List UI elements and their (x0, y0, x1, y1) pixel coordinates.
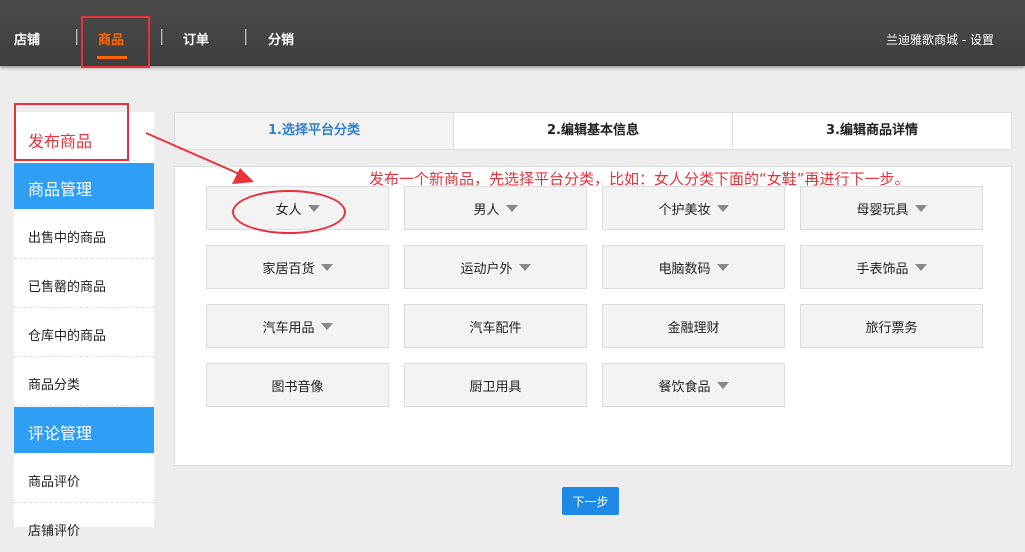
category-item[interactable]: 汽车用品 (206, 304, 389, 348)
category-label: 旅行票务 (865, 320, 918, 336)
category-label: 厨卫用具 (469, 379, 522, 395)
category-label: 男人 (473, 202, 500, 218)
tab-edit-basic-info[interactable]: 2.编辑基本信息 (453, 113, 732, 149)
category-label: 汽车用品 (262, 320, 315, 336)
nav-tab-store[interactable]: 店铺 (14, 29, 40, 48)
category-label: 个护美妆 (658, 202, 711, 218)
sidebar-item-sold-out[interactable]: 已售罄的商品 (14, 260, 154, 308)
caret-down-icon (320, 263, 333, 271)
category-label: 餐饮食品 (658, 379, 711, 395)
nav-tab-distribution[interactable]: 分销 (268, 29, 294, 48)
sidebar-section-review-management[interactable]: 评论管理 (14, 407, 154, 453)
category-label: 手表饰品 (856, 261, 909, 277)
category-item[interactable]: 餐饮食品 (602, 363, 785, 407)
category-label: 汽车配件 (469, 320, 522, 336)
category-label: 运动户外 (460, 261, 513, 277)
store-settings-link[interactable]: 兰迪雅歌商城 - 设置 (886, 31, 994, 48)
nav-separator: | (159, 26, 165, 45)
sidebar-item-warehouse[interactable]: 仓库中的商品 (14, 309, 154, 357)
category-item[interactable]: 旅行票务 (800, 304, 983, 348)
category-item[interactable]: 图书音像 (206, 363, 389, 407)
nav-tab-orders[interactable]: 订单 (183, 29, 209, 48)
annotation-highlight-box (81, 16, 150, 68)
category-label: 母婴玩具 (856, 202, 909, 218)
category-label: 图书音像 (271, 379, 324, 395)
sidebar-item-product-category[interactable]: 商品分类 (14, 358, 154, 406)
caret-down-icon (716, 263, 729, 271)
caret-down-icon (914, 204, 927, 212)
category-label: 电脑数码 (658, 261, 711, 277)
nav-separator: | (74, 26, 80, 45)
sidebar-item-on-sale[interactable]: 出售中的商品 (14, 211, 154, 259)
next-step-button[interactable]: 下一步 (562, 487, 619, 515)
caret-down-icon (716, 381, 729, 389)
caret-down-icon (716, 204, 729, 212)
sidebar-item-store-reviews[interactable]: 店铺评价 (14, 504, 154, 552)
category-item[interactable]: 家居百货 (206, 245, 389, 289)
caret-down-icon (505, 204, 518, 212)
step-tabs: 1.选择平台分类 2.编辑基本信息 3.编辑商品详情 (174, 112, 1012, 150)
tab-edit-product-details[interactable]: 3.编辑商品详情 (732, 113, 1011, 149)
top-nav-bar: 店铺 | 商品 | 订单 | 分销 兰迪雅歌商城 - 设置 (0, 0, 1025, 66)
category-label: 家居百货 (262, 261, 315, 277)
annotation-highlight-box (14, 103, 129, 161)
category-item[interactable]: 运动户外 (404, 245, 587, 289)
category-item[interactable]: 母婴玩具 (800, 186, 983, 230)
category-item[interactable]: 电脑数码 (602, 245, 785, 289)
category-label: 金融理财 (667, 320, 720, 336)
caret-down-icon (914, 263, 927, 271)
sidebar-section-product-management[interactable]: 商品管理 (14, 163, 154, 209)
caret-down-icon (320, 322, 333, 330)
category-item[interactable]: 男人 (404, 186, 587, 230)
category-item[interactable]: 汽车配件 (404, 304, 587, 348)
sidebar: 发布商品 商品管理 出售中的商品 已售罄的商品 仓库中的商品 商品分类 评论管理… (14, 112, 154, 539)
category-item[interactable]: 厨卫用具 (404, 363, 587, 407)
caret-down-icon (518, 263, 531, 271)
sidebar-item-product-reviews[interactable]: 商品评价 (14, 455, 154, 503)
category-item[interactable]: 手表饰品 (800, 245, 983, 289)
tab-select-category[interactable]: 1.选择平台分类 (175, 113, 453, 149)
category-item[interactable]: 个护美妆 (602, 186, 785, 230)
nav-separator: | (243, 26, 249, 45)
category-item[interactable]: 金融理财 (602, 304, 785, 348)
annotation-ellipse (232, 190, 346, 234)
